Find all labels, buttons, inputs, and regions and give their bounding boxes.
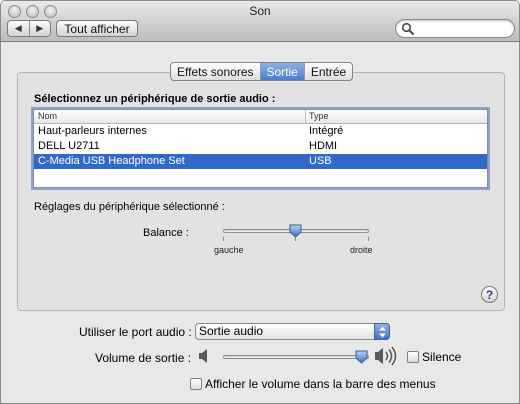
- balance-label: Balance :: [143, 227, 189, 239]
- menubar-volume-checkbox[interactable]: [190, 378, 202, 390]
- device-type: Intégré: [309, 125, 344, 137]
- output-volume-label: Volume de sortie :: [95, 351, 192, 365]
- mute-label: Silence: [422, 350, 462, 364]
- tab-input[interactable]: Entrée: [305, 63, 352, 80]
- device-type: HDMI: [309, 140, 338, 152]
- audio-port-label: Utiliser le port audio :: [79, 325, 192, 339]
- search-field[interactable]: [395, 19, 515, 38]
- volume-slider-thumb[interactable]: [355, 350, 368, 364]
- device-type: USB: [309, 155, 332, 167]
- table-header: Nom Type: [34, 110, 487, 124]
- balance-slider-thumb[interactable]: [289, 224, 302, 238]
- back-button[interactable]: ◀: [8, 21, 30, 36]
- device-settings-heading: Réglages du périphérique sélectionné :: [34, 201, 225, 213]
- output-device-table[interactable]: Nom Type Haut-parleurs internes Intégré …: [33, 109, 488, 188]
- forward-button[interactable]: ▶: [30, 21, 51, 36]
- tab-output[interactable]: Sortie: [260, 63, 305, 80]
- table-row-selected[interactable]: C-Media USB Headphone Set USB: [34, 154, 487, 169]
- show-all-button[interactable]: Tout afficher: [56, 20, 138, 37]
- speaker-high-icon: [375, 346, 397, 366]
- balance-tick-right: [368, 237, 369, 241]
- toolbar: Son ◀ ▶ Tout afficher: [1, 1, 519, 42]
- audio-port-value: Sortie audio: [199, 324, 264, 338]
- tab-sound-effects[interactable]: Effets sonores: [171, 63, 261, 80]
- menubar-volume-label: Afficher le volume dans la barre des men…: [205, 377, 436, 391]
- table-row[interactable]: Haut-parleurs internes Intégré: [34, 124, 487, 139]
- volume-slider-track[interactable]: [223, 355, 369, 359]
- mute-checkbox[interactable]: [407, 351, 419, 363]
- navigation-segment: ◀ ▶: [7, 20, 51, 37]
- search-icon: [401, 22, 414, 35]
- balance-tick-left: [223, 237, 224, 241]
- speaker-low-icon: [199, 349, 207, 363]
- help-button[interactable]: ?: [481, 286, 498, 303]
- device-list-heading: Sélectionnez un périphérique de sortie a…: [34, 93, 276, 105]
- audio-port-popup[interactable]: Sortie audio: [195, 323, 390, 340]
- device-name: DELL U2711: [38, 140, 100, 152]
- device-name: C-Media USB Headphone Set: [38, 155, 185, 167]
- sound-preferences-window: Son ◀ ▶ Tout afficher Effets sonores Sor…: [0, 0, 520, 404]
- settings-panel: [17, 72, 505, 311]
- device-name: Haut-parleurs internes: [38, 125, 147, 137]
- tab-bar: Effets sonores Sortie Entrée: [170, 62, 354, 81]
- table-row[interactable]: DELL U2711 HDMI: [34, 139, 487, 154]
- popup-arrows-icon: [374, 323, 390, 340]
- balance-left-label: gauche: [214, 245, 244, 255]
- window-title: Son: [249, 4, 271, 18]
- column-header-type[interactable]: Type: [306, 110, 487, 123]
- balance-right-label: droite: [350, 245, 373, 255]
- column-header-name[interactable]: Nom: [34, 110, 306, 123]
